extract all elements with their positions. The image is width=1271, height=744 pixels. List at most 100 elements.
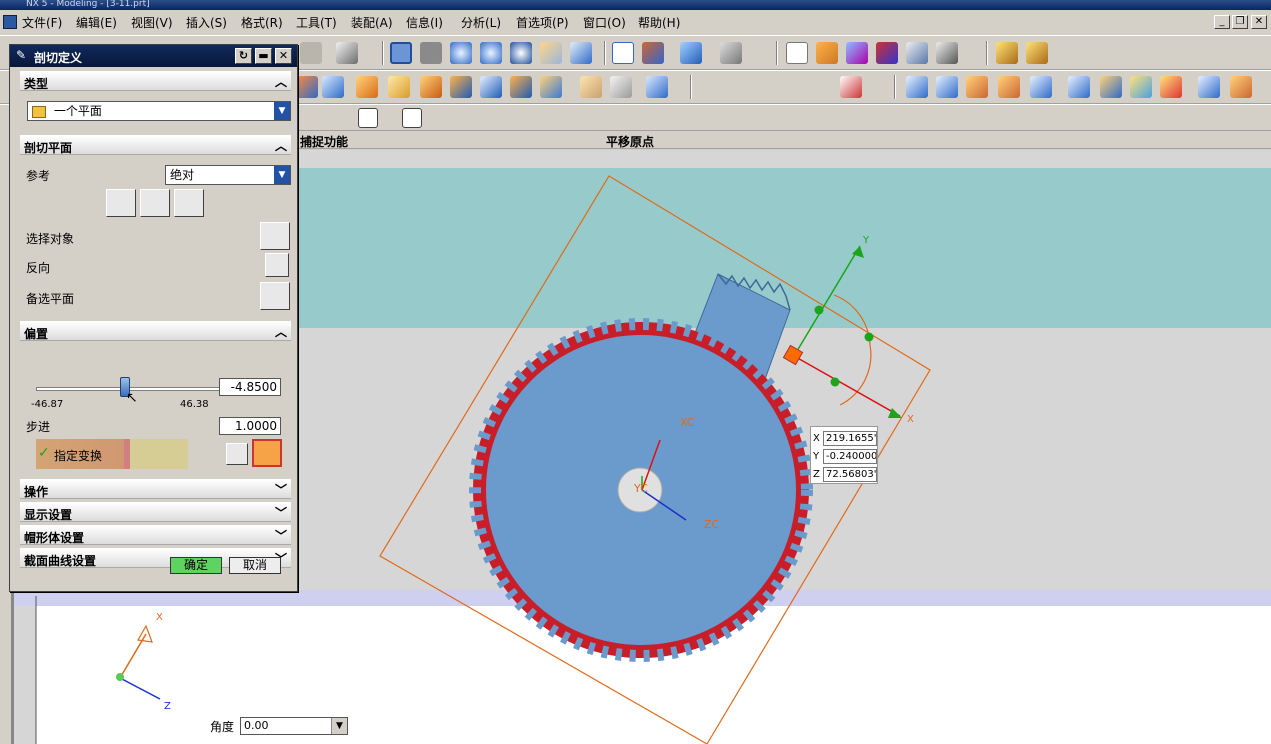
section-offset[interactable]: 偏置 ︿ — [20, 321, 291, 341]
snap-on-surface-icon[interactable] — [446, 108, 466, 128]
polygon-icon[interactable] — [768, 76, 790, 98]
curve-icon[interactable] — [840, 76, 862, 98]
shaded-view-icon[interactable] — [420, 42, 442, 64]
pattern-icon[interactable] — [646, 76, 668, 98]
menu-info[interactable]: 信息(I) — [406, 14, 443, 31]
menu-help[interactable]: 帮助(H) — [638, 14, 680, 31]
dialog-collapse-icon[interactable]: ▬ — [255, 48, 272, 64]
bridge-icon[interactable] — [1160, 76, 1182, 98]
snap-center-icon[interactable] — [358, 108, 378, 128]
dialog-title-bar[interactable]: ✎ 剖切定义 ↻ ▬ ✕ — [10, 45, 297, 67]
manip-handle-point[interactable] — [830, 377, 840, 387]
boss-icon[interactable] — [480, 76, 502, 98]
cycle-plane-icon[interactable] — [260, 282, 290, 310]
reference-select[interactable]: 绝对 ▼ — [165, 165, 291, 185]
menu-analysis[interactable]: 分析(L) — [461, 14, 501, 31]
groove-icon[interactable] — [610, 76, 632, 98]
mate-icon[interactable] — [906, 42, 928, 64]
rotate-icon[interactable] — [510, 42, 532, 64]
pocket-icon[interactable] — [510, 76, 532, 98]
csys-transform-icon[interactable] — [252, 439, 282, 467]
chevron-down-icon[interactable]: ▼ — [274, 102, 290, 120]
menu-window[interactable]: 窗口(O) — [583, 14, 626, 31]
mesh-surface-icon[interactable] — [936, 76, 958, 98]
plane-yz-icon[interactable] — [106, 189, 136, 217]
manip-handle-point[interactable] — [814, 305, 824, 315]
zoom-in-out-icon[interactable] — [480, 42, 502, 64]
angle-dropdown-icon[interactable]: ▼ — [331, 718, 348, 734]
measure-angle-icon[interactable] — [1026, 42, 1048, 64]
offset-value-field[interactable]: -4.8500 — [219, 378, 281, 396]
measure-distance-icon[interactable] — [996, 42, 1018, 64]
dialog-close-icon[interactable]: ✕ — [275, 48, 292, 64]
angle-input[interactable]: 0.00 ▼ — [240, 717, 349, 735]
arc-icon[interactable] — [730, 76, 752, 98]
reposition-icon[interactable] — [936, 42, 958, 64]
constraint-icon[interactable] — [876, 42, 898, 64]
coord-z-field[interactable]: 72.56803' — [823, 466, 877, 482]
chevron-up-icon[interactable]: ︿ — [275, 137, 287, 154]
minimize-button[interactable]: _ — [1214, 15, 1230, 29]
draft-icon[interactable] — [1230, 76, 1252, 98]
extract-icon[interactable] — [1130, 76, 1152, 98]
ok-button[interactable]: 确定 — [170, 557, 222, 574]
fit-view-icon[interactable] — [390, 42, 412, 64]
manip-handle-point[interactable] — [864, 332, 874, 342]
trim-icon[interactable] — [1068, 76, 1090, 98]
specify-transform-button[interactable]: ✓ 指定变换 — [36, 439, 188, 469]
perspective-icon[interactable] — [570, 42, 592, 64]
restore-button[interactable]: ❐ — [1232, 15, 1248, 29]
type-select[interactable]: 一个平面 ▼ — [27, 101, 291, 121]
transform-icon[interactable] — [846, 42, 868, 64]
slot-icon[interactable] — [580, 76, 602, 98]
step-value-field[interactable]: 1.0000 — [219, 417, 281, 435]
menu-assembly[interactable]: 装配(A) — [351, 14, 393, 31]
spline-icon[interactable] — [800, 76, 822, 98]
close-window-button[interactable]: ✕ — [1251, 15, 1267, 29]
snap-intersection-icon[interactable] — [336, 108, 356, 128]
chevron-down-icon[interactable]: ﹀ — [275, 527, 287, 544]
menu-preferences[interactable]: 首选项(P) — [516, 14, 569, 31]
render-style-icon[interactable] — [720, 42, 742, 64]
snap-point-icon[interactable] — [402, 108, 422, 128]
section-clip-plane[interactable]: 剖切平面 ︿ — [20, 135, 291, 155]
offset-surface-icon[interactable] — [1030, 76, 1052, 98]
cancel-button[interactable]: 取消 — [229, 557, 281, 574]
pan-icon[interactable] — [540, 42, 562, 64]
feature-icon[interactable] — [296, 76, 318, 98]
chevron-down-icon[interactable]: ﹀ — [275, 481, 287, 498]
revolve-icon[interactable] — [420, 76, 442, 98]
snap-arc-icon[interactable] — [314, 108, 334, 128]
sphere-icon[interactable] — [322, 76, 344, 98]
plane-xz-icon[interactable] — [140, 189, 170, 217]
snap-endpoint-icon[interactable] — [296, 108, 314, 128]
zoom-icon[interactable] — [450, 42, 472, 64]
block-icon[interactable] — [356, 76, 378, 98]
hole-icon[interactable] — [450, 76, 472, 98]
menu-tools[interactable]: 工具(T) — [296, 14, 337, 31]
menu-edit[interactable]: 编辑(E) — [76, 14, 117, 31]
snap-on-curve-icon[interactable] — [424, 108, 444, 128]
sweep-icon[interactable] — [966, 76, 988, 98]
snap-quadrant-icon[interactable] — [380, 108, 400, 128]
line-icon[interactable] — [700, 76, 722, 98]
surface-icon[interactable] — [906, 76, 928, 98]
chevron-up-icon[interactable]: ︿ — [275, 323, 287, 340]
section-display-settings[interactable]: 显示设置 ﹀ — [20, 502, 291, 522]
move-component-icon[interactable] — [816, 42, 838, 64]
plane-xy-icon[interactable] — [174, 189, 204, 217]
coord-x-field[interactable]: 219.1655' — [823, 430, 877, 446]
selection-filter-icon[interactable] — [336, 42, 358, 64]
coord-y-field[interactable]: -0.240000 — [823, 448, 877, 464]
reverse-direction-icon[interactable] — [265, 253, 289, 277]
menu-insert[interactable]: 插入(S) — [186, 14, 227, 31]
clip-view-icon[interactable] — [612, 42, 634, 64]
menu-format[interactable]: 格式(R) — [241, 14, 283, 31]
add-transform-icon[interactable] — [226, 443, 248, 465]
redo-icon[interactable] — [300, 42, 322, 64]
section-operation[interactable]: 操作 ﹀ — [20, 479, 291, 499]
select-object-crosshair-icon[interactable] — [260, 222, 290, 250]
chevron-down-icon[interactable]: ﹀ — [275, 504, 287, 521]
extrude-icon[interactable] — [388, 76, 410, 98]
thicken-icon[interactable] — [998, 76, 1020, 98]
